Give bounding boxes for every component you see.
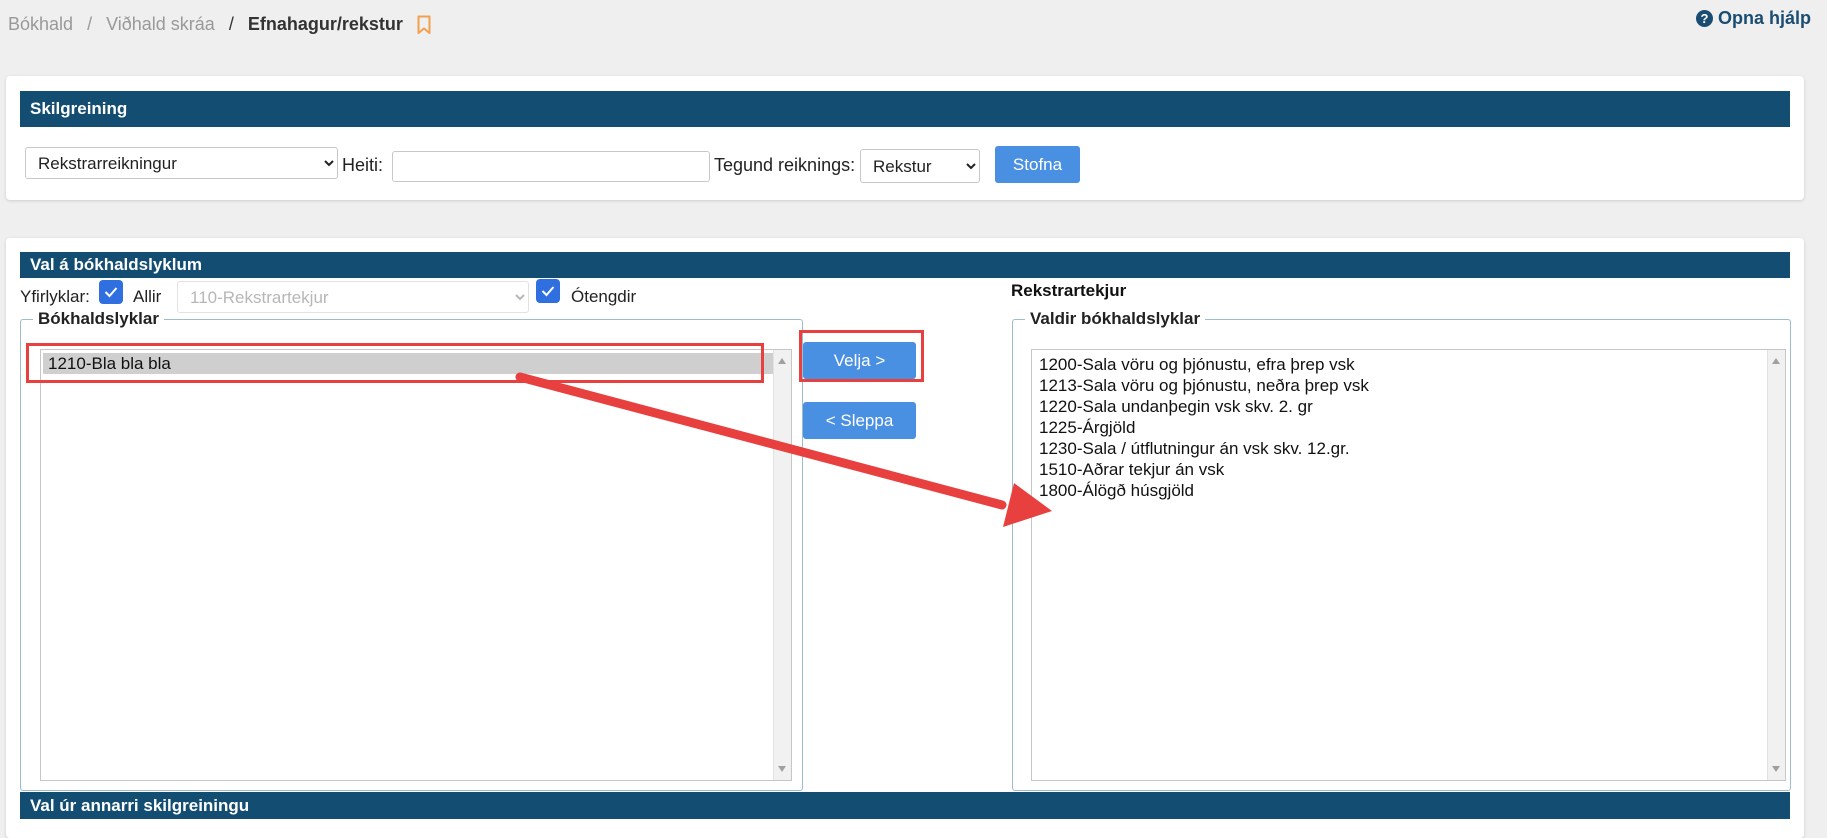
annotation-arrow-icon <box>515 372 1052 527</box>
